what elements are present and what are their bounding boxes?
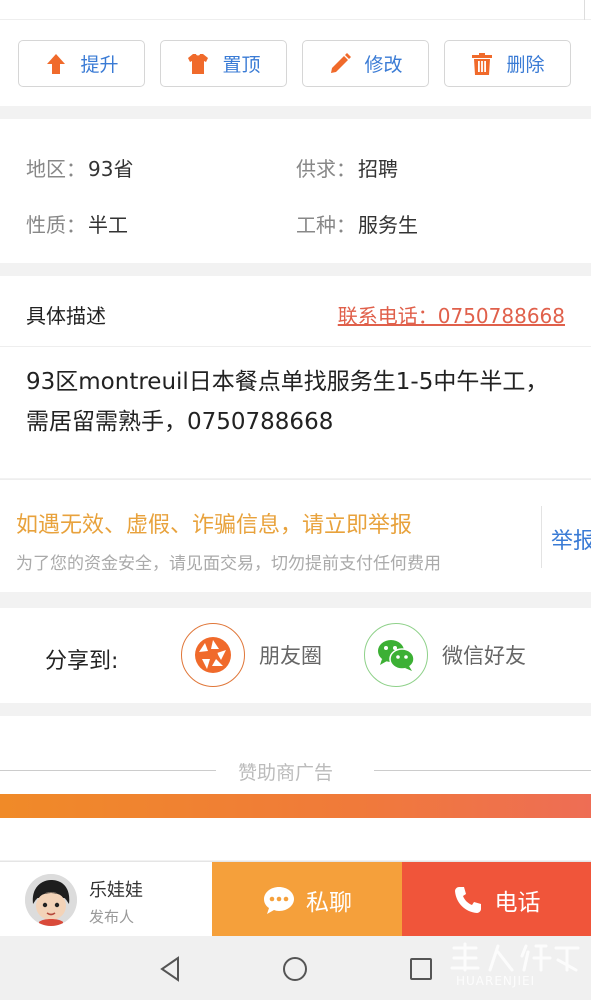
home-icon[interactable] bbox=[281, 955, 309, 983]
ads-divider-right bbox=[374, 770, 591, 771]
promote-button[interactable]: 提升 bbox=[18, 40, 145, 87]
promote-label: 提升 bbox=[80, 54, 119, 76]
scroll-edge bbox=[584, 0, 585, 20]
supply-label: 供求： bbox=[296, 157, 356, 181]
warning-sub-text: 为了您的资金安全，请见面交易，切勿提前支付任何费用 bbox=[16, 554, 441, 574]
phone-call-button[interactable]: 电话 bbox=[402, 862, 591, 937]
nature-value: 半工 bbox=[88, 213, 128, 237]
arrow-up-icon bbox=[47, 53, 66, 74]
job-type-label: 工种： bbox=[296, 213, 356, 237]
publisher-role: 发布人 bbox=[89, 908, 135, 926]
share-wechat-button[interactable]: 微信好友 bbox=[364, 623, 526, 687]
edit-label: 修改 bbox=[364, 54, 403, 76]
top-strip bbox=[0, 0, 591, 20]
region-label: 地区： bbox=[26, 157, 86, 181]
pin-top-button[interactable]: 置顶 bbox=[160, 40, 287, 87]
fraud-warning: 如遇无效、虚假、诈骗信息，请立即举报 为了您的资金安全，请见面交易，切勿提前支付… bbox=[0, 479, 591, 592]
moments-label: 朋友圈 bbox=[259, 644, 322, 668]
nature-field: 性质： 半工 bbox=[26, 209, 128, 238]
phone-call-label: 电话 bbox=[494, 889, 541, 916]
edit-button[interactable]: 修改 bbox=[302, 40, 429, 87]
back-icon[interactable] bbox=[156, 955, 184, 983]
publisher-avatar[interactable] bbox=[25, 874, 77, 926]
job-type-value: 服务生 bbox=[358, 213, 418, 237]
delete-button[interactable]: 删除 bbox=[444, 40, 571, 87]
share-panel: 分享到: 朋友圈 微信好友 bbox=[0, 608, 591, 703]
region-value: 93省 bbox=[88, 157, 134, 181]
share-moments-button[interactable]: 朋友圈 bbox=[181, 623, 322, 687]
phone-icon bbox=[454, 886, 481, 913]
nature-label: 性质： bbox=[26, 213, 86, 237]
tshirt-icon bbox=[188, 53, 209, 74]
warning-main-text: 如遇无效、虚假、诈骗信息，请立即举报 bbox=[16, 513, 413, 538]
recent-apps-icon[interactable] bbox=[407, 955, 435, 983]
moments-icon bbox=[181, 623, 245, 687]
chat-bubble-icon bbox=[264, 886, 294, 914]
ads-divider-left bbox=[0, 770, 216, 771]
sponsor-ads-label: 赞助商广告 bbox=[238, 762, 334, 784]
description-header: 具体描述 联系电话：0750788668 bbox=[0, 276, 591, 347]
sponsor-section: 赞助商广告 bbox=[0, 716, 591, 860]
watermark-text: HUARENJIEI bbox=[456, 974, 536, 988]
description-body: 93区montreuil日本餐点单找服务生1-5中午半工，需居留需熟手，0750… bbox=[26, 369, 549, 435]
info-panel: 地区： 93省 供求： 招聘 性质： 半工 工种： 服务生 bbox=[0, 119, 591, 263]
ad-banner[interactable] bbox=[0, 794, 591, 818]
pencil-icon bbox=[331, 52, 352, 73]
description-panel: 具体描述 联系电话：0750788668 93区montreuil日本餐点单找服… bbox=[0, 276, 591, 478]
pin-top-label: 置顶 bbox=[222, 54, 261, 76]
delete-label: 删除 bbox=[506, 54, 545, 76]
contact-phone-link[interactable]: 联系电话：0750788668 bbox=[338, 300, 565, 329]
bottom-action-bar: 乐娃娃 发布人 私聊 电话 bbox=[0, 861, 591, 937]
site-watermark-logo: HUARENJIEI bbox=[446, 942, 586, 996]
wechat-label: 微信好友 bbox=[442, 644, 526, 668]
region-field: 地区： 93省 bbox=[26, 153, 133, 182]
wechat-icon bbox=[364, 623, 428, 687]
share-label: 分享到: bbox=[45, 649, 119, 674]
report-button[interactable]: 举报 bbox=[551, 523, 591, 555]
private-chat-label: 私聊 bbox=[306, 889, 352, 916]
warning-divider bbox=[541, 506, 542, 568]
supply-field: 供求： 招聘 bbox=[296, 153, 398, 182]
private-chat-button[interactable]: 私聊 bbox=[212, 862, 402, 937]
trash-icon bbox=[472, 52, 493, 75]
description-title: 具体描述 bbox=[26, 304, 106, 328]
job-type-field: 工种： 服务生 bbox=[296, 209, 418, 238]
publisher-name: 乐娃娃 bbox=[89, 880, 143, 901]
supply-value: 招聘 bbox=[358, 157, 398, 181]
action-bar: 提升 置顶 修改 删除 bbox=[0, 20, 591, 106]
